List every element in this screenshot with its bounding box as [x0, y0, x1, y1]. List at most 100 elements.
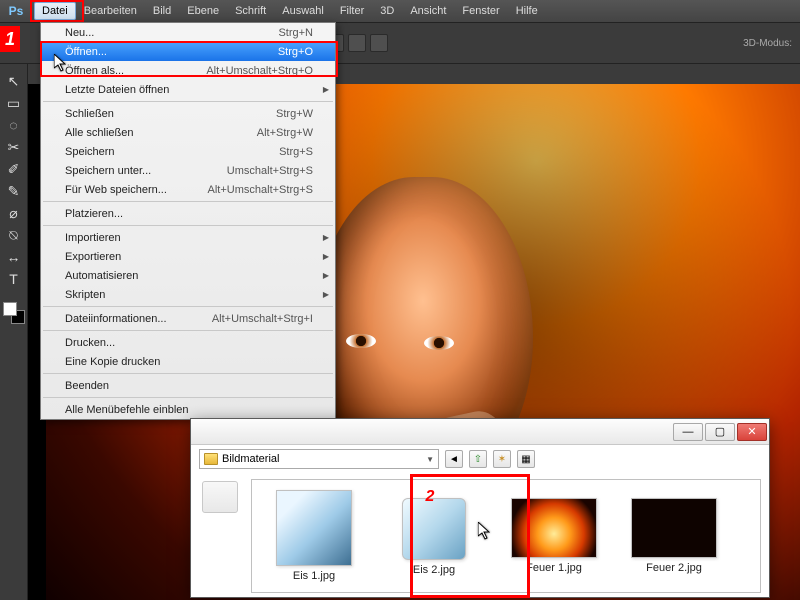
open-file-dialog: — ▢ ✕ Bildmaterial ▼ ◄ ⇧ ✶ ▦ Eis 1.jpgEi… [190, 418, 770, 598]
menu-item-shortcut: Strg+N [278, 27, 313, 39]
dialog-titlebar[interactable]: — ▢ ✕ [191, 419, 769, 445]
file-name: Feuer 1.jpg [526, 562, 582, 574]
tool-button[interactable]: ↔ [3, 246, 25, 268]
menu-item[interactable]: Alle schließenAlt+Strg+W [41, 123, 335, 142]
menu-separator [43, 373, 333, 374]
maximize-button[interactable]: ▢ [705, 423, 735, 441]
menu-item-shortcut: Alt+Umschalt+Strg+S [208, 184, 313, 196]
menu-item-shortcut: Strg+O [278, 46, 313, 58]
file-list[interactable]: Eis 1.jpg Eis 2.jpg Feuer 1.jpg Feuer 2.jpg [251, 479, 761, 593]
tool-button[interactable]: ▭ [3, 92, 25, 114]
location-bar: Bildmaterial ▼ ◄ ⇧ ✶ ▦ [191, 445, 769, 473]
back-button[interactable]: ◄ [445, 450, 463, 468]
menu-ansicht[interactable]: Ansicht [402, 2, 454, 20]
file-item[interactable]: Feuer 2.jpg [626, 490, 722, 582]
menu-bearbeiten[interactable]: Bearbeiten [76, 2, 145, 20]
color-swatches[interactable] [3, 302, 25, 324]
menu-item-shortcut: Umschalt+Strg+S [227, 165, 313, 177]
menu-item-label: Importieren [65, 232, 121, 244]
file-name: Eis 2.jpg [413, 564, 455, 576]
menu-item-label: Öffnen als... [65, 65, 124, 77]
menu-bild[interactable]: Bild [145, 2, 179, 20]
menu-item[interactable]: Eine Kopie drucken [41, 352, 335, 371]
tool-button[interactable]: T [3, 268, 25, 290]
menu-separator [43, 330, 333, 331]
menu-3d[interactable]: 3D [372, 2, 402, 20]
menu-item[interactable]: Skripten [41, 285, 335, 304]
menu-item[interactable]: Für Web speichern...Alt+Umschalt+Strg+S [41, 180, 335, 199]
menu-item[interactable]: Drucken... [41, 333, 335, 352]
chevron-down-icon[interactable]: ▼ [426, 455, 434, 464]
menu-item[interactable]: Exportieren [41, 247, 335, 266]
menu-item-shortcut: Strg+S [279, 146, 313, 158]
folder-combo[interactable]: Bildmaterial ▼ [199, 449, 439, 469]
tool-button[interactable]: ✐ [3, 158, 25, 180]
menu-ebene[interactable]: Ebene [179, 2, 227, 20]
tool-button[interactable]: ✂ [3, 136, 25, 158]
menu-item-shortcut: Alt+Umschalt+Strg+O [206, 65, 313, 77]
menu-item-label: Eine Kopie drucken [65, 356, 160, 368]
menu-item-label: Exportieren [65, 251, 121, 263]
foreground-color[interactable] [3, 302, 17, 316]
menu-item[interactable]: Speichern unter... Umschalt+Strg+S [41, 161, 335, 180]
menu-datei[interactable]: Datei [34, 2, 76, 20]
tool-button[interactable]: ◌ [3, 114, 25, 136]
annotation-badge-2: 2 [422, 486, 438, 508]
menu-schrift[interactable]: Schrift [227, 2, 274, 20]
tool-button[interactable]: ⍉ [3, 224, 25, 246]
menu-separator [43, 225, 333, 226]
menu-hilfe[interactable]: Hilfe [508, 2, 546, 20]
menu-item-shortcut: Alt+Umschalt+Strg+I [212, 313, 313, 325]
up-button[interactable]: ⇧ [469, 450, 487, 468]
place-icon[interactable] [202, 481, 238, 513]
folder-name: Bildmaterial [222, 453, 279, 465]
menu-item[interactable]: Letzte Dateien öffnen [41, 80, 335, 99]
menu-item-label: Speichern unter... [65, 165, 151, 177]
menu-item[interactable]: Platzieren... [41, 204, 335, 223]
menu-item[interactable]: Öffnen... Strg+O [41, 42, 335, 61]
tool-button[interactable]: ✎ [3, 180, 25, 202]
menu-item[interactable]: Neu...Strg+N [41, 23, 335, 42]
tool-button[interactable]: ↖ [3, 70, 25, 92]
menu-fenster[interactable]: Fenster [454, 2, 507, 20]
menu-item-shortcut: Strg+W [276, 108, 313, 120]
menu-item-label: Platzieren... [65, 208, 123, 220]
folder-icon [204, 453, 218, 465]
tool-strip: ↖▭◌✂✐✎⌀⍉↔T [0, 64, 28, 600]
option-icon[interactable] [370, 34, 388, 52]
menu-auswahl[interactable]: Auswahl [274, 2, 332, 20]
file-thumb [276, 490, 352, 566]
close-button[interactable]: ✕ [737, 423, 767, 441]
menu-filter[interactable]: Filter [332, 2, 372, 20]
menu-item-label: Schließen [65, 108, 114, 120]
file-thumb [511, 498, 597, 558]
menu-item[interactable]: Importieren [41, 228, 335, 247]
menu-item[interactable]: Dateiinformationen... Alt+Umschalt+Strg+I [41, 309, 335, 328]
cursor-icon [478, 522, 490, 540]
menu-item[interactable]: Schließen Strg+W [41, 104, 335, 123]
menu-item-label: Öffnen... [65, 46, 107, 58]
menu-item[interactable]: Beenden [41, 376, 335, 395]
menu-item[interactable]: Alle Menübefehle einblen [41, 400, 335, 419]
menu-item-label: Alle schließen [65, 127, 133, 139]
minimize-button[interactable]: — [673, 423, 703, 441]
cursor-icon [54, 54, 66, 72]
menu-item-label: Letzte Dateien öffnen [65, 84, 169, 96]
menu-item[interactable]: Automatisieren [41, 266, 335, 285]
tool-button[interactable]: ⌀ [3, 202, 25, 224]
annotation-badge-1: 1 [0, 26, 20, 52]
app-logo: Ps [2, 1, 30, 21]
file-name: Eis 1.jpg [293, 570, 335, 582]
menu-item[interactable]: Öffnen als... Alt+Umschalt+Strg+O [41, 61, 335, 80]
menu-item-label: Drucken... [65, 337, 115, 349]
file-name: Feuer 2.jpg [646, 562, 702, 574]
file-item[interactable]: Feuer 1.jpg [506, 490, 602, 582]
option-icon[interactable] [348, 34, 366, 52]
file-item[interactable]: Eis 1.jpg [266, 490, 362, 582]
menu-item-label: Dateiinformationen... [65, 313, 167, 325]
view-menu-button[interactable]: ▦ [517, 450, 535, 468]
menu-item[interactable]: SpeichernStrg+S [41, 142, 335, 161]
new-folder-button[interactable]: ✶ [493, 450, 511, 468]
menu-separator [43, 101, 333, 102]
menu-separator [43, 306, 333, 307]
